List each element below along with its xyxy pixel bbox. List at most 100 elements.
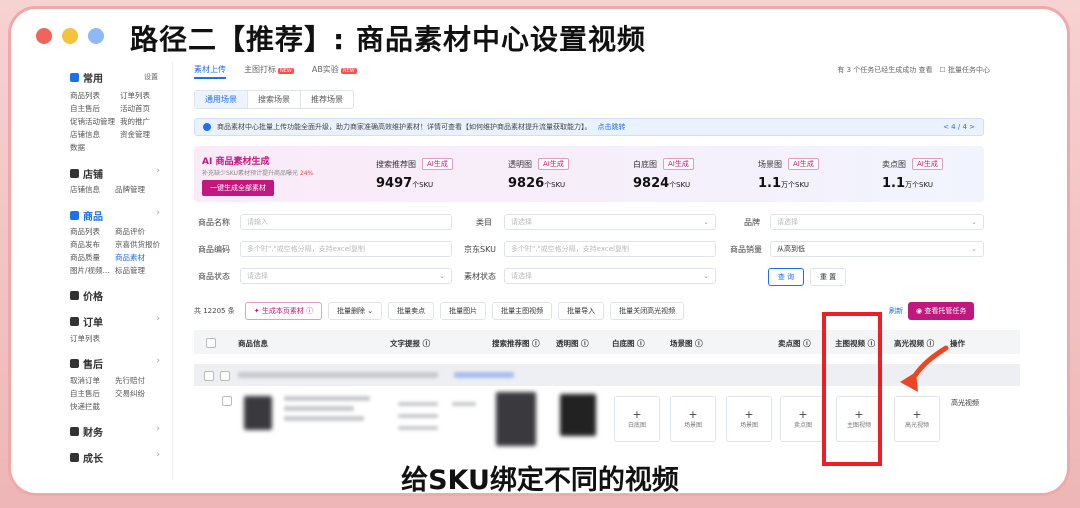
tab-ab[interactable]: AB实验 NEW [312,64,357,79]
sidebar-link[interactable]: 商品列表 [70,226,100,237]
sales-select[interactable]: 从高到低 ⌄ [770,241,984,257]
sku-input[interactable]: 多个时","或空格分隔，支持excel复制 [504,241,716,257]
material-status-select[interactable]: 请选择 ⌄ [504,268,716,284]
sidebar-link[interactable]: 商品发布 [70,239,100,250]
sidebar-link[interactable]: 数据 [70,142,85,153]
category-select[interactable]: 请选择 ⌄ [504,214,716,230]
chevron-right-icon[interactable]: › [156,166,160,176]
generate-page-button[interactable]: ✦ 生成本页素材 ⓘ [244,302,323,320]
view-trust-tasks-button[interactable]: ◉ 查看托管任务 [908,302,975,320]
transparent-image [560,394,596,436]
name-input[interactable]: 请输入 [240,214,452,230]
row-checkbox[interactable] [222,396,232,406]
chevron-right-icon[interactable]: › [156,356,160,366]
sidebar-link[interactable]: 交易纠纷 [115,388,145,399]
sidebar-link[interactable]: 图片/视频... [70,265,110,276]
filter-label: 商品名称 [198,218,230,227]
sidebar-link[interactable]: 先行赔付 [115,375,145,386]
upload-slot-white[interactable]: + 白底图 [614,396,660,442]
generate-all-button[interactable]: 一键生成全部素材 [202,180,274,196]
sidebar-link[interactable]: 商品评价 [115,226,145,237]
sidebar-section-shop[interactable]: 店铺 [70,166,103,181]
reset-button[interactable]: 重 置 [810,268,846,286]
sidebar-link[interactable]: 自主售后 [70,103,100,114]
row-checkbox[interactable] [220,371,230,381]
batch-close-highlight-button[interactable]: 批量关闭高光视频 [610,302,685,320]
sidebar-link[interactable]: 活动首页 [120,103,150,114]
code-input[interactable]: 多个时","或空格分隔，支持excel复制 [240,241,452,257]
query-button[interactable]: 查 询 [768,268,804,286]
sidebar-link[interactable]: 自主售后 [70,388,100,399]
sidebar-section-price[interactable]: 价格 [70,288,103,303]
sidebar-link[interactable]: 店铺信息 [70,129,100,140]
goods-icon [70,211,79,220]
sidebar-section-order[interactable]: 订单 [70,314,103,329]
sidebar-link[interactable]: 订单列表 [70,333,100,344]
sidebar-link[interactable]: 快递拦截 [70,401,100,412]
sidebar-link[interactable]: 资金管理 [120,129,150,140]
sidebar-section-common[interactable]: 常用 [70,70,103,85]
chevron-right-icon[interactable]: › [156,424,160,434]
ai-generate-button[interactable]: AI生成 [788,158,819,170]
col-header: 搜索推荐图 ⓘ [492,339,540,348]
sidebar-link[interactable]: 商品列表 [70,90,100,101]
upload-slot-selling[interactable]: + 卖点图 [780,396,826,442]
shop-icon [70,169,79,178]
batch-delete-button[interactable]: 批量删除 ⌄ [328,302,383,320]
batch-video-button[interactable]: 批量主图视频 [492,302,553,320]
tab-upload[interactable]: 素材上传 [194,64,226,79]
ai-generate-button[interactable]: AI生成 [663,158,694,170]
chevron-down-icon: ⌄ [367,307,374,315]
menu-icon [70,73,79,82]
sidebar-section-goods[interactable]: 商品 [70,208,103,223]
status-select[interactable]: 请选择 ⌄ [240,268,452,284]
notice-pager[interactable]: < 4 / 4 > [943,123,975,131]
brand-select[interactable]: 请选择 ⌄ [770,214,984,230]
sidebar-link[interactable]: 订单列表 [120,90,150,101]
sidebar-link[interactable]: 取消订单 [70,375,100,386]
blue-dot [88,28,104,44]
tab-search[interactable]: 搜索场景 [248,91,301,108]
batch-import-button[interactable]: 批量导入 [558,302,605,320]
upload-slot-scene[interactable]: + 场景图 [670,396,716,442]
sidebar-link[interactable]: 京喜供货报价 [115,239,160,250]
sidebar-settings[interactable]: 设置 [144,72,158,82]
tab-recommend[interactable]: 推荐场景 [301,91,353,108]
expand-icon[interactable] [204,371,214,381]
tab-mark[interactable]: 主图打标 NEW [244,64,294,79]
sidebar-link[interactable]: 品牌管理 [115,184,145,195]
sidebar-link-active[interactable]: 商品素材 [115,252,145,263]
chevron-down-icon: ⌄ [971,245,977,253]
sidebar-link[interactable]: 店铺信息 [70,184,100,195]
sidebar-link[interactable]: 商品质量 [70,252,100,263]
refresh-link[interactable]: 刷新 [889,306,903,316]
batch-image-button[interactable]: 批量图片 [440,302,487,320]
upload-slot-highlight-video[interactable]: + 高光视频 [894,396,940,442]
price-icon [70,291,79,300]
chevron-down-icon: ⌄ [439,272,445,280]
select-all-checkbox[interactable] [206,338,216,348]
sidebar-link[interactable]: 标品管理 [115,265,145,276]
row-action-link[interactable]: 高光视频 [951,398,979,408]
tab-general[interactable]: 通用场景 [195,91,248,108]
ai-generate-button[interactable]: AI生成 [912,158,943,170]
chevron-right-icon[interactable]: › [156,208,160,218]
plus-icon: + [632,407,642,421]
notice-link[interactable]: 点击跳转 [598,122,626,132]
ai-generate-button[interactable]: AI生成 [422,158,453,170]
info-icon [203,123,211,131]
sidebar-link[interactable]: 我的推广 [120,116,150,127]
chevron-down-icon: ⌄ [703,272,709,280]
batch-selling-button[interactable]: 批量卖点 [388,302,435,320]
sidebar-section-aftersale[interactable]: 售后 [70,356,103,371]
ai-generate-button[interactable]: AI生成 [538,158,569,170]
stat-scene: 场景图 AI生成 1.1万个SKU [758,158,819,191]
slide-title: 路径二【推荐】: 商品素材中心设置视频 [130,23,646,56]
upload-slot-scene-2[interactable]: + 场景图 [726,396,772,442]
sidebar-link[interactable]: 促销活动管理 [70,116,115,127]
col-header: 操作 [950,339,965,348]
col-header: 文字提报 ⓘ [390,339,431,348]
sidebar-section-finance[interactable]: 财务 [70,424,103,439]
hot-badge: NEW [278,68,294,74]
chevron-right-icon[interactable]: › [156,314,160,324]
